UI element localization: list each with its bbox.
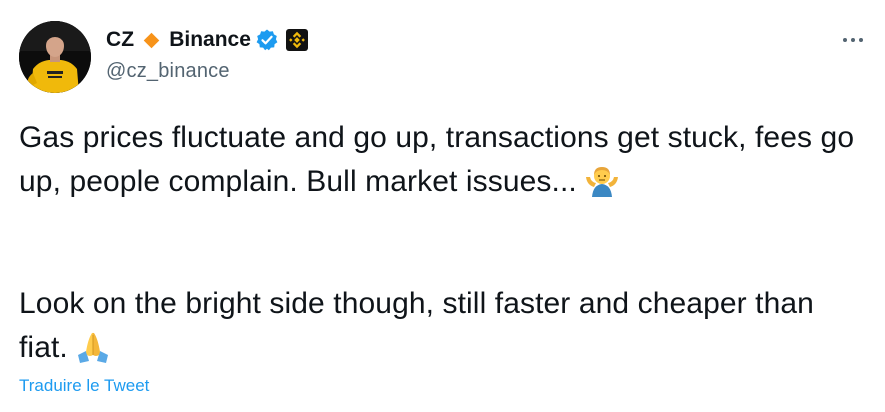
verified-icon[interactable] xyxy=(255,28,279,52)
more-horizontal-icon xyxy=(843,38,863,42)
tweet-card: CZ Binance @cz_binance Gas prices fluctu… xyxy=(0,0,885,412)
tweet-header: CZ Binance @cz_binance xyxy=(106,26,309,83)
author-avatar[interactable] xyxy=(19,21,91,93)
binance-affiliate-icon[interactable] xyxy=(285,28,309,52)
more-options-button[interactable] xyxy=(836,30,870,50)
translate-tweet-link[interactable]: Traduire le Tweet xyxy=(19,376,149,396)
tweet-paragraph-1: Gas prices fluctuate and go up, transact… xyxy=(19,116,869,210)
diamond-icon xyxy=(143,32,160,49)
folded-hands-emoji xyxy=(74,329,112,376)
avatar-photo xyxy=(19,21,91,93)
tweet-paragraph-2-text: Look on the bright side though, still fa… xyxy=(19,287,814,364)
tweet-paragraph-2: Look on the bright side though, still fa… xyxy=(19,282,869,376)
person-shrugging-emoji xyxy=(583,163,621,210)
author-name-suffix[interactable]: Binance xyxy=(169,28,251,52)
author-name-row[interactable]: CZ Binance xyxy=(106,26,309,54)
tweet-paragraph-1-text: Gas prices fluctuate and go up, transact… xyxy=(19,121,855,198)
author-handle[interactable]: @cz_binance xyxy=(106,60,309,83)
author-name[interactable]: CZ xyxy=(106,28,134,52)
